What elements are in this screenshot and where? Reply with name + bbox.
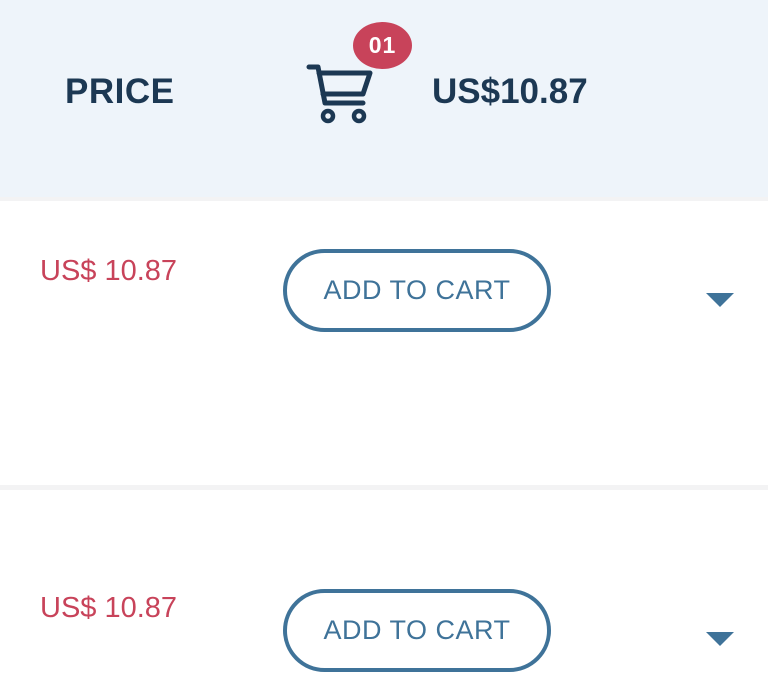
product-price: US$ 10.87 — [40, 592, 178, 624]
shopping-cart-icon[interactable] — [306, 58, 376, 128]
price-header: PRICE 01 US$10.87 — [0, 0, 768, 197]
caret-down-icon-graphic — [706, 293, 734, 307]
shopping-cart-icon-graphic — [306, 64, 373, 124]
price-label: PRICE — [65, 72, 175, 111]
product-price: US$ 10.87 — [40, 255, 178, 287]
caret-down-icon[interactable] — [706, 632, 734, 646]
cart-count-badge: 01 — [353, 22, 412, 69]
add-to-cart-button[interactable]: ADD TO CART — [283, 249, 551, 332]
product-row: US$ 10.87 ADD TO CART — [0, 490, 768, 688]
page: PRICE 01 US$10.87 US$ 10.87 ADD TO CART … — [0, 0, 768, 688]
add-to-cart-button[interactable]: ADD TO CART — [283, 589, 551, 672]
product-row: US$ 10.87 ADD TO CART — [0, 201, 768, 485]
caret-down-icon-graphic — [706, 632, 734, 646]
caret-down-icon[interactable] — [706, 293, 734, 307]
cart-total: US$10.87 — [432, 72, 588, 111]
